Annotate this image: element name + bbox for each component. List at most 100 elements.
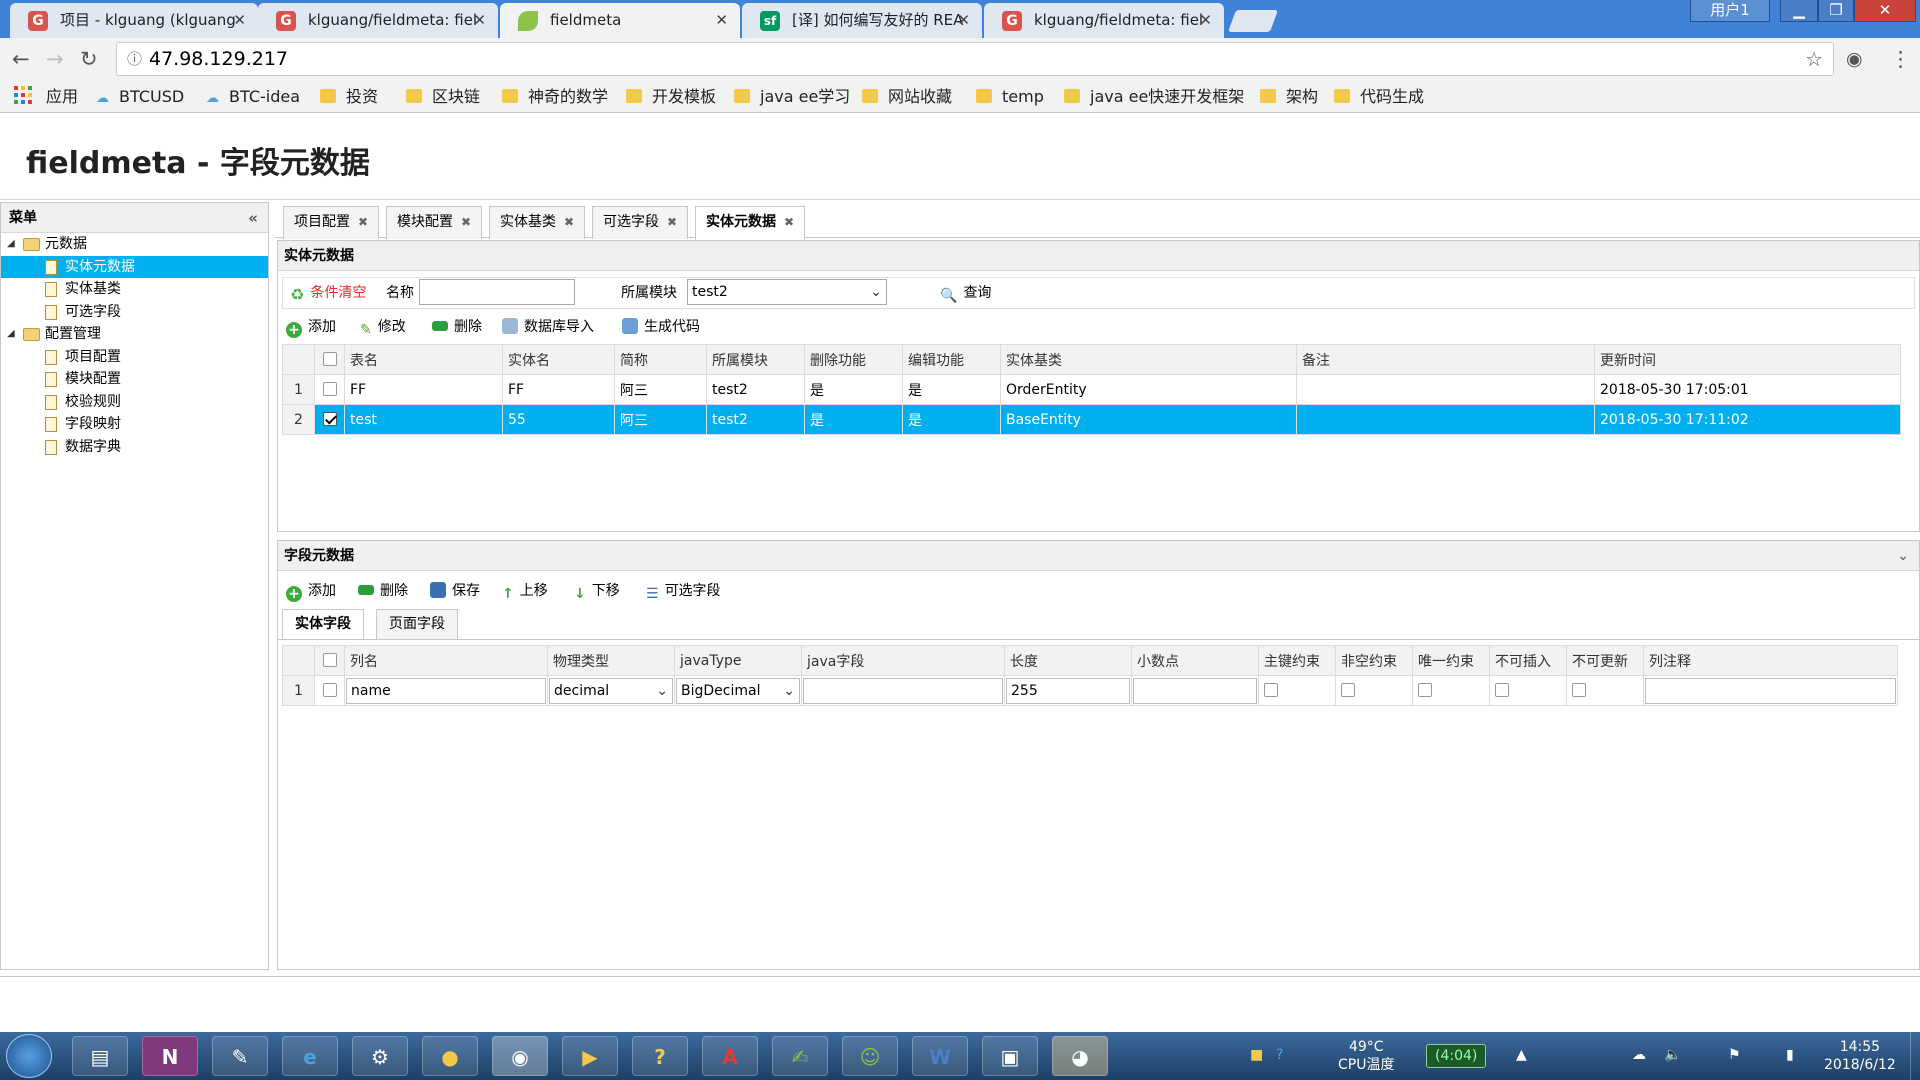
module-select[interactable]: test2 ⌄ [687,279,887,305]
extension-icon[interactable]: ◉ [1846,46,1863,72]
remote-desktop-icon[interactable]: ▣ [982,1036,1038,1076]
apps-grid-icon[interactable] [14,86,32,104]
column-header[interactable]: 不可插入 [1489,645,1567,676]
checkbox[interactable] [322,351,337,366]
column-header[interactable]: 备注 [1296,344,1595,375]
bookmark-btcusd[interactable]: ☁ BTCUSD [96,87,184,109]
bookmark-folder-sites[interactable]: 网站收藏 [862,87,952,107]
decimal-input[interactable] [1133,677,1257,704]
column-header[interactable]: 长度 [1004,645,1132,676]
unique-cell[interactable] [1412,675,1490,706]
java-field-input[interactable] [803,677,1003,704]
length-cell[interactable]: 255 [1004,675,1132,706]
table-cell[interactable]: 2018-05-30 17:05:01 [1594,374,1901,405]
close-icon[interactable]: ✕ [1199,3,1212,38]
table-row-selected[interactable]: 2 test 55 阿三 test2 是 是 BaseEntity 2018-0… [282,404,1901,435]
edit-button[interactable]: ✎ 修改 [360,317,406,338]
tree-item-module-config[interactable]: 模块配置 [1,368,268,391]
bookmark-folder-math[interactable]: 神奇的数学 [502,87,608,107]
onenote-icon[interactable]: N [142,1036,198,1076]
clear-conditions-button[interactable]: ♻ 条件清空 [290,283,366,304]
select-all-checkbox[interactable] [314,645,345,676]
row-checkbox-cell[interactable] [314,675,345,706]
battery-indicator[interactable]: (4:04) [1426,1044,1487,1068]
network-icon[interactable]: ☁ [1632,1046,1646,1064]
add-button[interactable]: + 添加 [286,317,336,338]
column-name-input[interactable]: name [346,677,546,704]
browser-tab-5[interactable]: G klguang/fieldmeta: fiel ✕ [984,3,1224,38]
tree-group-config[interactable]: ◢ 配置管理 [1,323,268,346]
editor-icon[interactable]: ✍ [772,1036,828,1076]
tab-entity-metadata[interactable]: 实体元数据 ✖ [695,206,806,240]
column-header[interactable]: 实体名 [502,344,615,375]
move-down-button[interactable]: ↓ 下移 [574,581,620,602]
tab-module-config[interactable]: 模块配置 ✖ [386,206,483,239]
no-insert-checkbox[interactable] [1495,682,1509,697]
expand-arrow-icon[interactable]: ◢ [7,233,15,255]
close-icon[interactable]: ✕ [473,3,486,38]
table-cell[interactable] [1296,404,1595,435]
new-tab-button[interactable] [1227,10,1279,32]
tree-item-field-mapping[interactable]: 字段映射 [1,413,268,436]
table-row[interactable]: 1 FF FF 阿三 test2 是 是 OrderEntity 2018-05… [282,374,1901,405]
table-cell[interactable]: 是 [804,374,903,405]
not-null-cell[interactable] [1335,675,1413,706]
expand-arrow-icon[interactable]: ◢ [7,323,15,345]
column-header[interactable]: 不可更新 [1566,645,1644,676]
bookmark-folder-templates[interactable]: 开发模板 [626,87,716,107]
word-icon[interactable]: W [912,1036,968,1076]
menu-icon[interactable]: ⋮ [1890,46,1911,72]
add-field-button[interactable]: + 添加 [286,581,336,602]
reload-icon[interactable]: ↻ [80,46,98,72]
table-cell[interactable]: OrderEntity [1000,374,1297,405]
column-header[interactable]: 主键约束 [1258,645,1336,676]
no-update-cell[interactable] [1566,675,1644,706]
comment-input[interactable] [1645,677,1896,704]
row-checkbox-cell[interactable] [314,374,345,405]
url-field[interactable]: ⓘ 47.98.129.217 ☆ [116,42,1834,76]
collapse-down-icon[interactable]: ⌄ [1897,541,1909,571]
generate-code-button[interactable]: 生成代码 [622,317,700,337]
checkbox[interactable] [322,652,337,667]
bookmark-btc-idea[interactable]: ☁ BTC-idea [206,87,300,109]
checkbox[interactable] [322,381,337,396]
tree-item-validation-rules[interactable]: 校验规则 [1,391,268,414]
bookmark-folder-temp[interactable]: temp [976,87,1044,107]
row-checkbox-cell[interactable] [314,404,345,435]
primary-key-checkbox[interactable] [1264,682,1278,697]
unique-checkbox[interactable] [1418,682,1432,697]
table-cell[interactable]: 2018-05-30 17:11:02 [1594,404,1901,435]
column-header[interactable]: 列注释 [1643,645,1898,676]
table-cell[interactable]: 是 [902,404,1001,435]
table-cell[interactable]: test [344,404,503,435]
table-cell[interactable]: 阿三 [614,374,707,405]
table-cell[interactable]: FF [344,374,503,405]
maximize-button[interactable]: ❐ [1818,0,1854,22]
tray-app-icon[interactable]: ■ [1250,1046,1263,1064]
delete-field-button[interactable]: 删除 [358,581,408,601]
browser-tab-1[interactable]: G 项目 - klguang (klguang ✕ [10,3,258,38]
doge-icon[interactable]: ◕ [1052,1036,1108,1076]
not-null-checkbox[interactable] [1341,682,1355,697]
move-up-button[interactable]: ↑ 上移 [502,581,548,602]
help-icon[interactable]: ? [632,1036,688,1076]
close-icon[interactable]: ✖ [358,215,368,229]
table-cell[interactable]: 是 [804,404,903,435]
settings-gear-icon[interactable]: ⚙ [352,1036,408,1076]
bookmark-folder-javaee[interactable]: java ee学习 [734,87,850,107]
collapse-icon[interactable]: « [248,203,258,233]
back-arrow-icon[interactable]: ← [12,46,30,72]
explorer-icon[interactable]: ▤ [72,1036,128,1076]
physical-type-cell[interactable]: decimal ⌄ [547,675,675,706]
java-type-cell[interactable]: BigDecimal ⌄ [674,675,802,706]
close-icon[interactable]: ✖ [784,215,794,229]
signal-icon[interactable]: ▮ [1786,1046,1794,1064]
name-search-input[interactable] [419,279,575,305]
browser-tab-4[interactable]: sf [译] 如何编写友好的 REA ✕ [742,3,982,38]
bookmark-star-icon[interactable]: ☆ [1805,43,1823,75]
no-insert-cell[interactable] [1489,675,1567,706]
close-icon[interactable]: ✕ [233,3,246,38]
db-import-button[interactable]: 数据库导入 [502,317,594,337]
volume-icon[interactable]: 🔈 [1664,1046,1681,1064]
column-header[interactable]: 删除功能 [804,344,903,375]
